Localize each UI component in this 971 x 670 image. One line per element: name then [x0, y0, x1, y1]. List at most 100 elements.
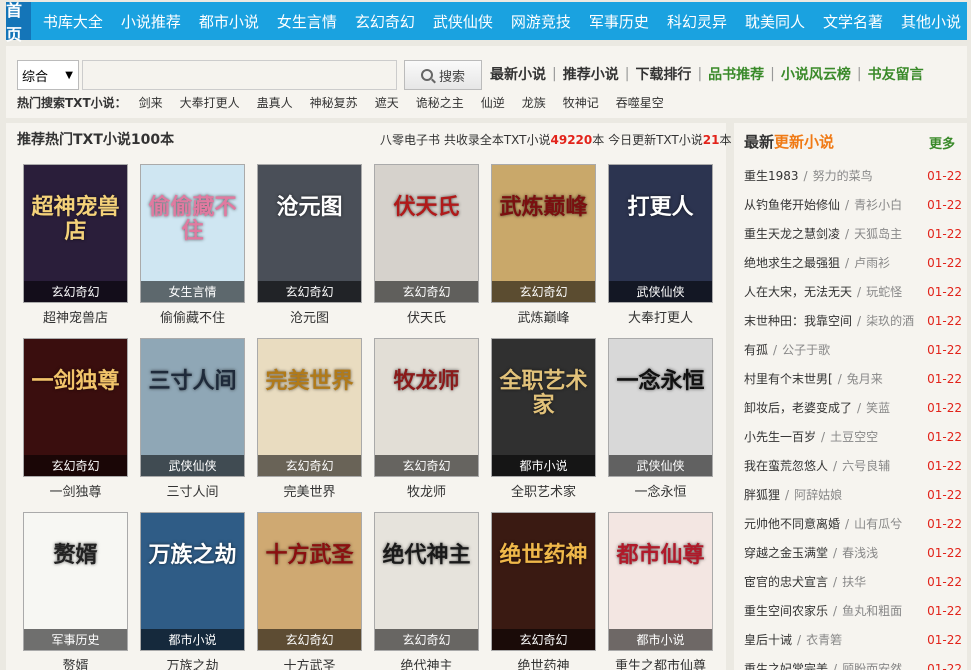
- nav-item[interactable]: 玄幻奇幻: [343, 11, 421, 32]
- novel-title-link[interactable]: 村里有个末世男[: [744, 370, 833, 387]
- book-card[interactable]: 十方武圣 玄幻奇幻 十方武圣: [257, 512, 362, 670]
- book-name[interactable]: 一剑独尊: [23, 481, 128, 500]
- nav-item[interactable]: 都市小说: [187, 11, 265, 32]
- book-name[interactable]: 偷偷藏不住: [140, 307, 245, 326]
- nav-item[interactable]: 其他小说: [889, 11, 967, 32]
- hot-search-link[interactable]: 蛊真人: [257, 94, 293, 111]
- author-link[interactable]: 玩蛇怪: [866, 283, 902, 300]
- novel-title-link[interactable]: 胖狐狸: [744, 486, 780, 503]
- nav-item[interactable]: 科幻灵异: [655, 11, 733, 32]
- author-link[interactable]: 青衫小白: [854, 196, 902, 213]
- author-link[interactable]: 阿辞姑娘: [794, 486, 842, 503]
- nav-item[interactable]: 书库大全: [31, 11, 109, 32]
- hot-search-link[interactable]: 诡秘之主: [416, 94, 464, 111]
- hot-search-link[interactable]: 牧神记: [563, 94, 599, 111]
- book-card[interactable]: 万族之劫 都市小说 万族之劫: [140, 512, 245, 670]
- author-link[interactable]: 天狐岛主: [854, 225, 902, 242]
- quick-link[interactable]: 品书推荐: [708, 64, 764, 84]
- book-cover[interactable]: 打更人 武侠仙侠: [608, 164, 713, 303]
- nav-item[interactable]: 军事历史: [577, 11, 655, 32]
- book-cover[interactable]: 伏天氏 玄幻奇幻: [374, 164, 479, 303]
- book-card[interactable]: 一剑独尊 玄幻奇幻一剑独尊: [23, 338, 128, 500]
- book-cover[interactable]: 完美世界 玄幻奇幻: [257, 338, 362, 477]
- book-cover[interactable]: 沧元图 玄幻奇幻: [257, 164, 362, 303]
- book-name[interactable]: 绝世药神: [491, 655, 596, 670]
- book-cover[interactable]: 偷偷藏不住 女生言情: [140, 164, 245, 303]
- book-card[interactable]: 沧元图 玄幻奇幻沧元图: [257, 164, 362, 326]
- book-cover[interactable]: 万族之劫 都市小说: [140, 512, 245, 651]
- novel-title-link[interactable]: 宦官的忠犬宣言: [744, 573, 828, 590]
- book-card[interactable]: 全职艺术家 都市小说 全职艺术家: [491, 338, 596, 500]
- author-link[interactable]: 土豆空空: [830, 428, 878, 445]
- book-cover[interactable]: 绝世药神 玄幻奇幻: [491, 512, 596, 651]
- novel-title-link[interactable]: 重生1983: [744, 167, 799, 184]
- book-card[interactable]: 一念永恒 武侠仙侠一念永恒: [608, 338, 713, 500]
- novel-title-link[interactable]: 从钓鱼佬开始修仙: [744, 196, 840, 213]
- book-name[interactable]: 牧龙师: [374, 481, 479, 500]
- book-card[interactable]: 绝代神主 玄幻奇幻 绝代神主: [374, 512, 479, 670]
- book-cover[interactable]: 绝代神主 玄幻奇幻: [374, 512, 479, 651]
- book-name[interactable]: 重生之都市仙尊: [608, 655, 713, 670]
- author-link[interactable]: 公子于歌: [782, 341, 830, 358]
- quick-link[interactable]: 书友留言: [868, 64, 924, 84]
- book-name[interactable]: 完美世界: [257, 481, 362, 500]
- book-name[interactable]: 超神宠兽店: [23, 307, 128, 326]
- nav-item[interactable]: 女生言情: [265, 11, 343, 32]
- book-cover[interactable]: 赘婿 军事历史: [23, 512, 128, 651]
- novel-title-link[interactable]: 人在大宋，无法无天: [744, 283, 852, 300]
- book-name[interactable]: 一念永恒: [608, 481, 713, 500]
- author-link[interactable]: 衣青箬: [806, 631, 842, 648]
- book-cover[interactable]: 三寸人间 武侠仙侠: [140, 338, 245, 477]
- nav-item[interactable]: 网游竞技: [499, 11, 577, 32]
- book-name[interactable]: 赘婿: [23, 655, 128, 670]
- author-link[interactable]: 六号良辅: [842, 457, 890, 474]
- search-input[interactable]: [82, 60, 397, 90]
- author-link[interactable]: 山有瓜兮: [854, 515, 902, 532]
- more-link[interactable]: 更多: [929, 133, 955, 152]
- novel-title-link[interactable]: 重生之妃常完美: [744, 660, 828, 670]
- hot-search-link[interactable]: 仙逆: [481, 94, 505, 111]
- search-type-select[interactable]: 综合 ▼: [17, 60, 79, 90]
- author-link[interactable]: 顾盼而安然: [842, 660, 902, 670]
- author-link[interactable]: 兔月来: [847, 370, 883, 387]
- book-name[interactable]: 伏天氏: [374, 307, 479, 326]
- author-link[interactable]: 鱼丸和粗面: [842, 602, 902, 619]
- novel-title-link[interactable]: 皇后十诫: [744, 631, 792, 648]
- nav-item[interactable]: 文学名著: [811, 11, 889, 32]
- book-card[interactable]: 三寸人间 武侠仙侠三寸人间: [140, 338, 245, 500]
- book-card[interactable]: 绝世药神 玄幻奇幻绝世药神: [491, 512, 596, 670]
- author-link[interactable]: 笑蓝: [866, 399, 890, 416]
- search-button[interactable]: 搜索: [404, 60, 482, 90]
- book-cover[interactable]: 一剑独尊 玄幻奇幻: [23, 338, 128, 477]
- novel-title-link[interactable]: 重生空间农家乐: [744, 602, 828, 619]
- nav-home[interactable]: 首页: [6, 1, 31, 44]
- novel-title-link[interactable]: 穿越之金玉满堂: [744, 544, 828, 561]
- author-link[interactable]: 扶华: [842, 573, 866, 590]
- hot-search-link[interactable]: 吞噬星空: [616, 94, 664, 111]
- quick-link[interactable]: 小说风云榜: [781, 64, 851, 84]
- hot-search-link[interactable]: 龙族: [522, 94, 546, 111]
- novel-title-link[interactable]: 元帅他不同意离婚: [744, 515, 840, 532]
- book-name[interactable]: 沧元图: [257, 307, 362, 326]
- book-name[interactable]: 三寸人间: [140, 481, 245, 500]
- book-card[interactable]: 牧龙师 玄幻奇幻 牧龙师: [374, 338, 479, 500]
- quick-link[interactable]: 下载排行: [635, 64, 691, 84]
- hot-search-link[interactable]: 遮天: [375, 94, 399, 111]
- nav-item[interactable]: 武侠仙侠: [421, 11, 499, 32]
- hot-search-link[interactable]: 大奉打更人: [180, 94, 240, 111]
- book-cover[interactable]: 武炼巅峰 玄幻奇幻: [491, 164, 596, 303]
- hot-search-link[interactable]: 神秘复苏: [310, 94, 358, 111]
- book-card[interactable]: 赘婿 军事历史 赘婿: [23, 512, 128, 670]
- book-cover[interactable]: 超神宠兽店 玄幻奇幻: [23, 164, 128, 303]
- author-link[interactable]: 春浅浅: [842, 544, 878, 561]
- book-card[interactable]: 偷偷藏不住 女生言情偷偷藏不住: [140, 164, 245, 326]
- book-cover[interactable]: 一念永恒 武侠仙侠: [608, 338, 713, 477]
- novel-title-link[interactable]: 我在蛮荒忽悠人: [744, 457, 828, 474]
- book-card[interactable]: 武炼巅峰 玄幻奇幻 武炼巅峰: [491, 164, 596, 326]
- nav-item[interactable]: 耽美同人: [733, 11, 811, 32]
- book-card[interactable]: 都市仙尊 都市小说 重生之都市仙尊: [608, 512, 713, 670]
- book-name[interactable]: 十方武圣: [257, 655, 362, 670]
- author-link[interactable]: 卢雨衫: [854, 254, 890, 271]
- novel-title-link[interactable]: 重生天龙之慧剑凌: [744, 225, 840, 242]
- nav-item[interactable]: 小说推荐: [109, 11, 187, 32]
